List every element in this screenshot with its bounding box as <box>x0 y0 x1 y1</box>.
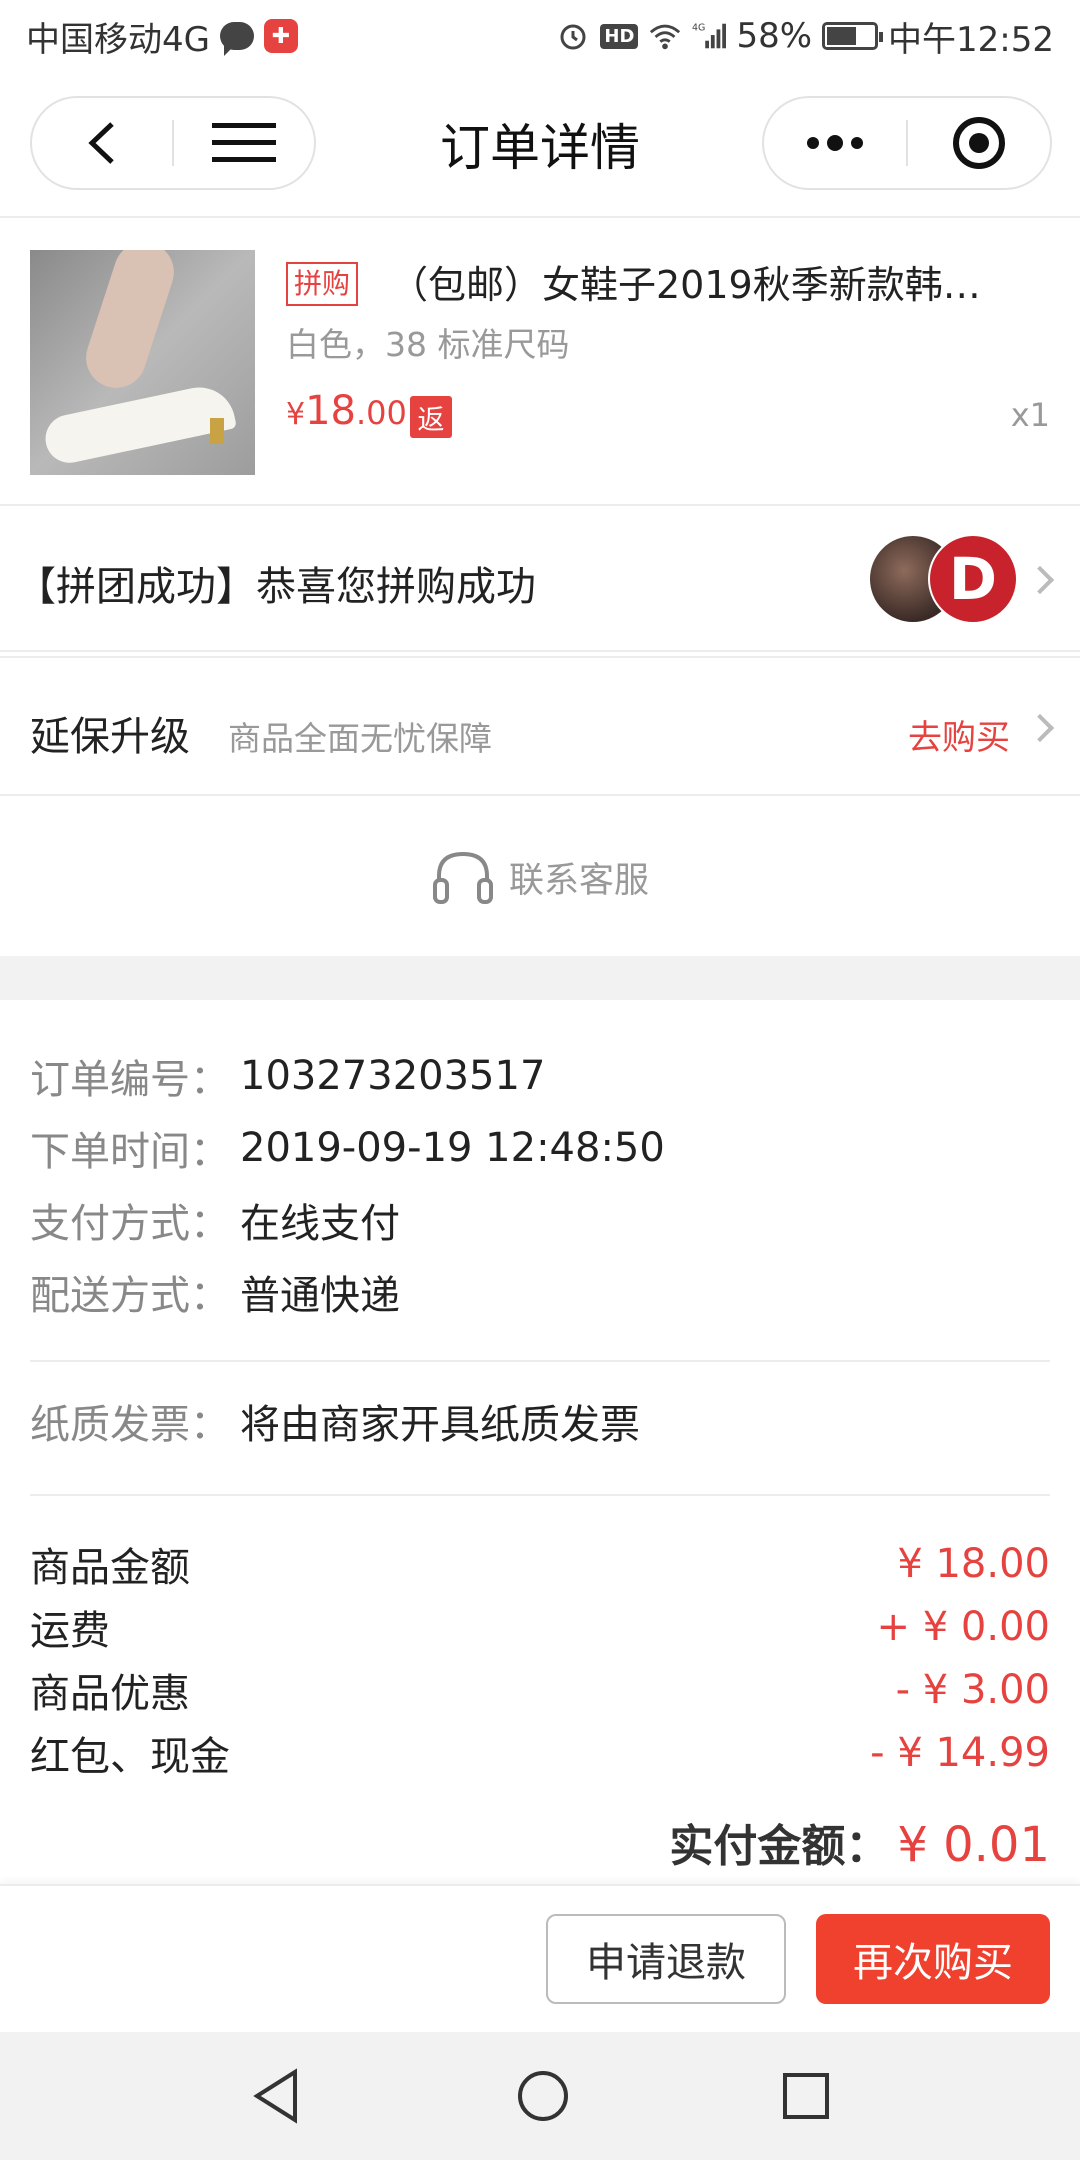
carrier-label: 中国移动4G <box>26 19 210 60</box>
chevron-right-icon <box>1025 565 1055 595</box>
target-icon <box>953 117 1005 169</box>
order-time-label: 下单时间： <box>30 1129 230 1175</box>
paid-amount-label: 实付金额： <box>669 1821 890 1872</box>
product-title: （包邮）女鞋子2019秋季新款韩… <box>390 263 981 307</box>
amount-breakdown: 商品金额 ¥ 18.00 运费 + ¥ 0.00 商品优惠 - ¥ 3.00 红… <box>30 1532 1050 1784</box>
shipping-fee-value: + ¥ 0.00 <box>876 1603 1050 1650</box>
product-quantity: x1 <box>1010 396 1050 434</box>
group-buy-status-row[interactable]: 【拼团成功】恭喜您拼购成功 D <box>0 508 1080 652</box>
rebate-tag: 返 <box>410 396 452 438</box>
avatar: D <box>928 534 1018 624</box>
delivery-method-row: 配送方式： 普通快递 <box>30 1256 1050 1328</box>
delivery-method-value: 普通快递 <box>240 1273 400 1319</box>
discount-label: 商品优惠 <box>30 1670 190 1717</box>
price-decimal: .00 <box>356 394 407 432</box>
recents-square-icon[interactable] <box>781 2071 831 2121</box>
divider <box>30 1494 1050 1496</box>
system-nav-bar <box>0 2032 1080 2160</box>
hd-icon: HD <box>600 23 639 49</box>
shipping-fee-row: 运费 + ¥ 0.00 <box>30 1595 1050 1658</box>
redpacket-label: 红包、现金 <box>30 1733 230 1780</box>
product-price: ¥18.00 <box>286 388 407 434</box>
refund-button[interactable]: 申请退款 <box>546 1914 786 2004</box>
payment-method-value: 在线支付 <box>240 1201 400 1247</box>
warranty-title: 延保升级 <box>30 714 190 760</box>
buy-again-button[interactable]: 再次购买 <box>816 1914 1050 2004</box>
payment-method-row: 支付方式： 在线支付 <box>30 1184 1050 1256</box>
close-miniprogram-button[interactable] <box>908 98 1050 188</box>
headset-icon <box>432 851 493 904</box>
chevron-right-icon <box>1025 713 1055 743</box>
order-number-value: 103273203517 <box>240 1053 546 1099</box>
invoice-value: 将由商家开具纸质发票 <box>240 1402 640 1448</box>
group-buy-status-text: 【拼团成功】恭喜您拼购成功 <box>16 564 536 610</box>
extended-warranty-row[interactable]: 延保升级 商品全面无忧保障 去购买 <box>0 656 1080 796</box>
more-dots-icon <box>807 135 863 151</box>
order-info: 订单编号： 103273203517 下单时间： 2019-09-19 12:4… <box>30 1040 1050 1328</box>
contact-service-label: 联系客服 <box>508 860 649 901</box>
redpacket-value: - ¥ 14.99 <box>870 1729 1050 1776</box>
status-bar: 中国移动4G ✚ HD 4G 58% 中午12:52 <box>0 0 1080 72</box>
alarm-icon <box>556 21 590 51</box>
discount-value: - ¥ 3.00 <box>895 1666 1050 1713</box>
price-currency: ¥ <box>286 397 306 432</box>
warranty-buy-link[interactable]: 去购买 <box>908 710 1010 759</box>
wifi-icon <box>648 21 682 51</box>
product-image <box>30 250 255 475</box>
bottom-action-bar: 申请退款 再次购买 <box>0 1884 1080 2032</box>
shipping-fee-label: 运费 <box>30 1607 110 1654</box>
product-spec: 白色，38 标准尺码 <box>286 325 570 364</box>
back-triangle-icon[interactable] <box>249 2066 305 2126</box>
paid-amount: 实付金额： ¥ 0.01 <box>669 1810 1050 1874</box>
delivery-method-label: 配送方式： <box>30 1273 230 1319</box>
contact-service-button[interactable]: 联系客服 <box>0 798 1080 956</box>
price-integer: 18 <box>305 388 356 434</box>
more-button[interactable] <box>764 98 906 188</box>
invoice-row: 纸质发票： 将由商家开具纸质发票 <box>30 1392 640 1450</box>
payment-method-label: 支付方式： <box>30 1201 230 1247</box>
battery-percent: 58% <box>736 16 813 56</box>
order-time-row: 下单时间： 2019-09-19 12:48:50 <box>30 1112 1050 1184</box>
app-notification-icon: ✚ <box>263 19 298 53</box>
warranty-subtitle: 商品全面无忧保障 <box>228 719 492 758</box>
nav-bar: 订单详情 <box>0 72 1080 218</box>
redpacket-row: 红包、现金 - ¥ 14.99 <box>30 1721 1050 1784</box>
home-circle-icon[interactable] <box>515 2068 571 2124</box>
signal-icon: 4G <box>692 21 727 51</box>
product-card[interactable]: 拼购 （包邮）女鞋子2019秋季新款韩… 白色，38 标准尺码 ¥18.00 返… <box>0 220 1080 506</box>
clock: 中午12:52 <box>888 19 1054 60</box>
goods-amount-label: 商品金额 <box>30 1544 190 1591</box>
goods-amount-value: ¥ 18.00 <box>897 1540 1050 1587</box>
paid-amount-value: ¥ 0.01 <box>897 1817 1050 1873</box>
divider <box>30 1360 1050 1362</box>
section-divider <box>0 956 1080 1000</box>
order-time-value: 2019-09-19 12:48:50 <box>240 1125 665 1171</box>
goods-amount-row: 商品金额 ¥ 18.00 <box>30 1532 1050 1595</box>
chat-notification-icon <box>219 22 254 56</box>
invoice-label: 纸质发票： <box>30 1402 230 1448</box>
discount-row: 商品优惠 - ¥ 3.00 <box>30 1658 1050 1721</box>
order-number-row: 订单编号： 103273203517 <box>30 1040 1050 1112</box>
battery-icon <box>822 22 884 50</box>
svg-text:4G: 4G <box>692 22 705 33</box>
nav-right-capsule <box>762 96 1052 190</box>
order-number-label: 订单编号： <box>30 1057 230 1103</box>
group-buy-tag: 拼购 <box>286 262 359 306</box>
